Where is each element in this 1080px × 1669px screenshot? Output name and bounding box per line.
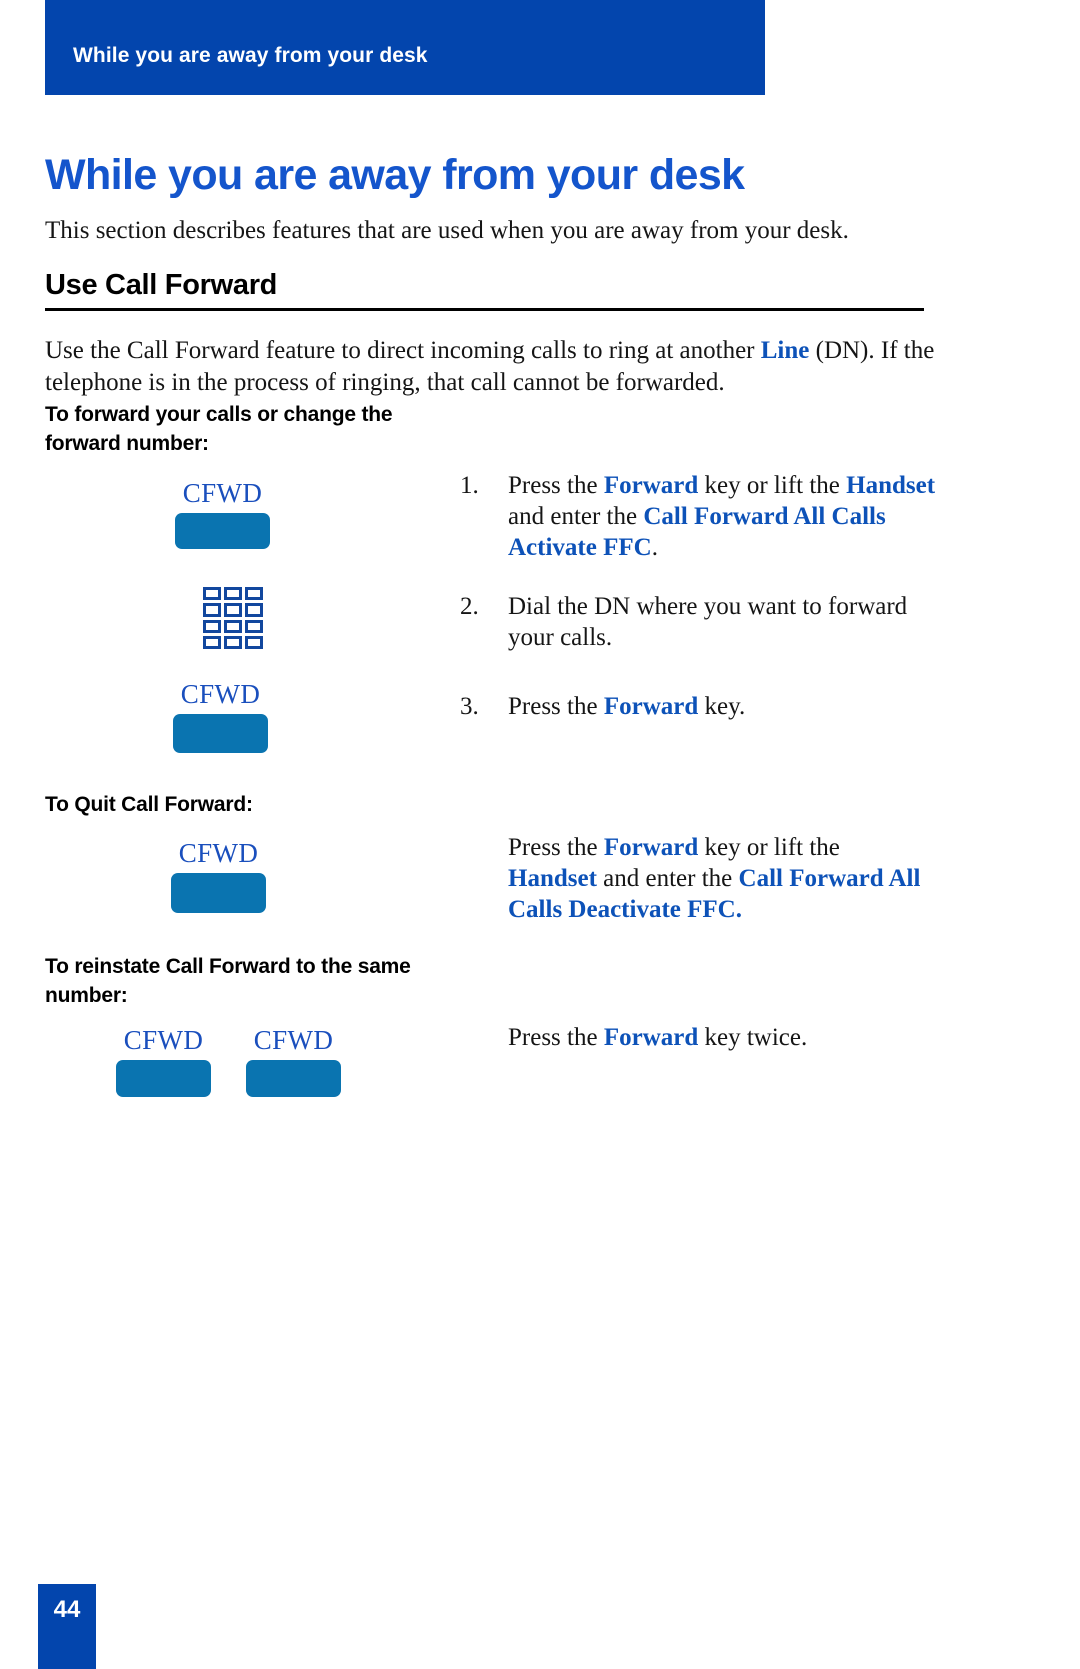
cfwd-key-button (116, 1060, 211, 1097)
emphasis-handset: Handset (508, 865, 597, 892)
instruction-text-part2: key or lift the (698, 834, 840, 861)
step-text-part1: Press the (508, 693, 604, 720)
step-item: 2. Dial the DN where you want to forward … (460, 591, 940, 653)
dialpad-key (224, 635, 242, 649)
dialpad-icon (203, 587, 263, 649)
sub-heading-quit-call-forward: To Quit Call Forward: (45, 793, 253, 816)
step-item: 3. Press the Forward key. (460, 691, 940, 722)
body-text-part1: Use the Call Forward feature to direct i… (45, 337, 761, 364)
step-text-part2: key or lift the (698, 472, 847, 499)
step-text-part1: Dial the DN where you want to forward yo… (508, 593, 908, 651)
intro-paragraph: This section describes features that are… (45, 217, 849, 244)
sub-heading-forward-calls: To forward your calls or change the forw… (45, 403, 393, 455)
step-text-part1: Press the (508, 472, 604, 499)
instruction-text-part2: key twice. (698, 1024, 808, 1051)
page-title: While you are away from your desk (45, 150, 745, 199)
dialpad-key (245, 619, 263, 633)
manual-page: While you are away from your desk While … (0, 0, 1080, 1669)
emphasis-line: Line (760, 337, 810, 364)
cfwd-key-label: CFWD (178, 838, 259, 868)
cfwd-key-graphic-4: CFWD (100, 1025, 227, 1097)
dialpad-key (203, 635, 221, 649)
step-text-part2: key. (698, 693, 746, 720)
dialpad-key (224, 603, 242, 617)
cfwd-key-button (171, 873, 266, 913)
instruction-text-part3: and enter the (596, 865, 739, 892)
cfwd-key-label: CFWD (123, 1025, 204, 1055)
page-number: 44 (53, 1596, 81, 1623)
dialpad-key (203, 587, 221, 601)
instruction-quit-call-forward: Press the Forward key or lift the Handse… (508, 832, 928, 925)
emphasis-handset: Handset (846, 472, 936, 499)
page-number-box: 44 (38, 1584, 96, 1669)
dialpad-key (245, 587, 263, 601)
step-text-part4: . (651, 534, 658, 561)
dialpad-key (224, 619, 242, 633)
cfwd-key-label: CFWD (182, 478, 263, 508)
step-list-forward-calls: 1. Press the Forward key or lift the Hand… (460, 470, 940, 744)
cfwd-key-button (173, 714, 268, 753)
dialpad-key (203, 619, 221, 633)
cfwd-key-label: CFWD (180, 679, 261, 709)
dialpad-key (245, 635, 263, 649)
step-number: 1. (460, 472, 479, 499)
step-number: 3. (460, 693, 479, 720)
body-paragraph: Use the Call Forward feature to direct i… (45, 335, 935, 399)
step-text-part3: and enter the (508, 503, 644, 530)
emphasis-forward-key: Forward (603, 834, 699, 861)
dialpad-key (203, 603, 221, 617)
dialpad-key (245, 603, 263, 617)
section-heading-use-call-forward: Use Call Forward (45, 269, 924, 312)
emphasis-forward-key: Forward (603, 1024, 699, 1051)
sub-heading-reinstate-call-forward: To reinstate Call Forward to the same nu… (45, 955, 411, 1007)
cfwd-key-graphic-1: CFWD (150, 478, 295, 549)
running-header-title: While you are away from your desk (73, 44, 428, 67)
cfwd-key-graphic-3: CFWD (146, 838, 291, 913)
instruction-reinstate-call-forward: Press the Forward key twice. (508, 1022, 928, 1053)
emphasis-forward-key: Forward (603, 693, 699, 720)
instruction-text-part1: Press the (508, 834, 604, 861)
step-item: 1. Press the Forward key or lift the Hand… (460, 470, 940, 563)
instruction-text-part1: Press the (508, 1024, 604, 1051)
dialpad-key (224, 587, 242, 601)
step-number: 2. (460, 593, 479, 620)
cfwd-key-graphic-5: CFWD (230, 1025, 357, 1097)
cfwd-key-graphic-2: CFWD (148, 679, 293, 753)
cfwd-key-button (246, 1060, 341, 1097)
running-header-bar: While you are away from your desk (45, 0, 765, 95)
emphasis-forward-key: Forward (603, 472, 699, 499)
cfwd-key-label: CFWD (253, 1025, 334, 1055)
cfwd-key-button (175, 513, 270, 549)
